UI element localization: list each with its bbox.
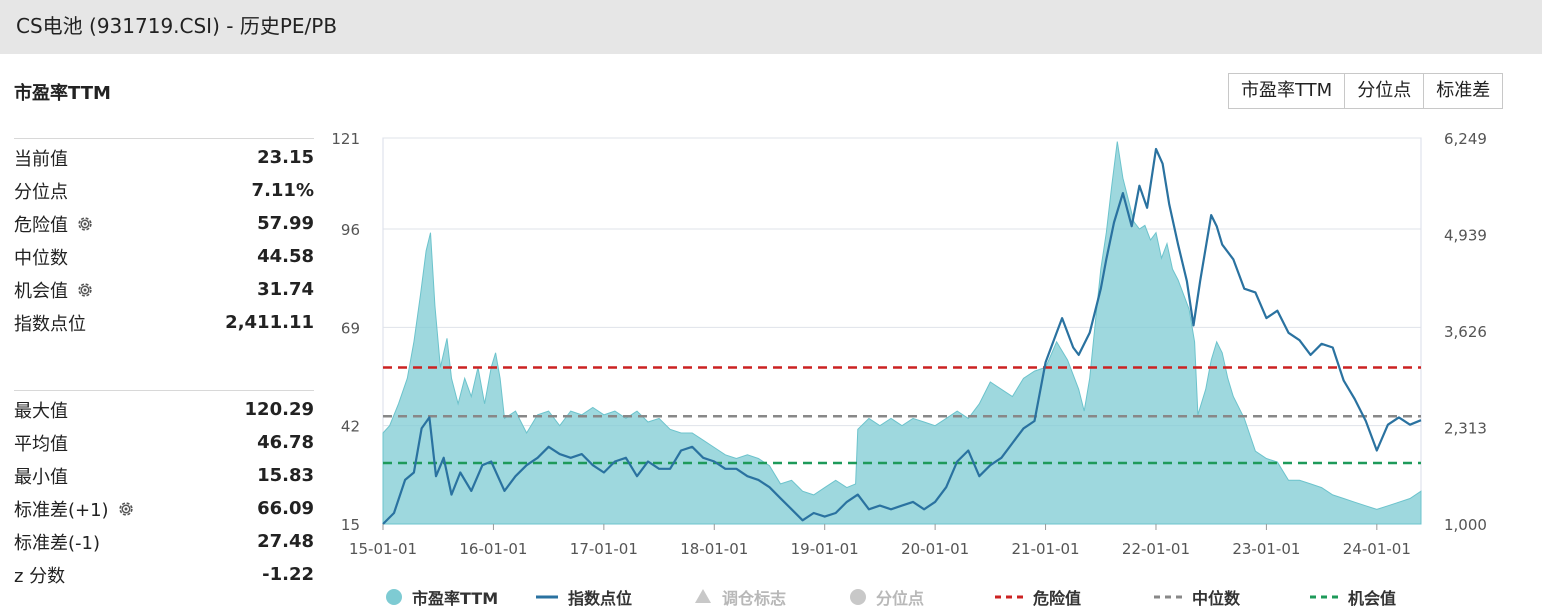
y-left-tick-label: 15 [341,516,360,534]
legend-label: 指数点位 [568,589,633,608]
x-tick-label: 16-01-01 [459,540,527,558]
pe-area [382,141,1422,525]
legend-label: 机会值 [1348,589,1397,608]
legend-item[interactable]: 指数点位 [536,585,632,609]
dashed-line-marker-icon [1154,587,1186,607]
y-left-tick-label: 42 [341,418,360,436]
legend-item[interactable]: 危险值 [995,585,1081,609]
legend-item[interactable]: 市盈率TTM [384,585,498,609]
y-right-tick-label: 1,000 [1444,516,1487,534]
legend-item[interactable]: 调仓标志 [694,585,786,609]
legend-label: 分位点 [876,589,925,608]
x-tick-label: 24-01-01 [1343,540,1411,558]
y-left-tick-label: 69 [341,319,360,337]
legend-label: 调仓标志 [722,589,787,608]
legend-item[interactable]: 机会值 [1310,585,1396,609]
circle-marker-icon [384,587,406,607]
x-tick-label: 21-01-01 [1012,540,1080,558]
legend-item[interactable]: 分位点 [848,585,924,609]
triangle-marker-icon [694,587,716,607]
x-tick-label: 22-01-01 [1122,540,1190,558]
y-left-tick-label: 121 [331,130,360,148]
circle-marker-icon [848,587,870,607]
x-tick-label: 18-01-01 [680,540,748,558]
line-marker-icon [536,587,562,607]
legend-item[interactable]: 中位数 [1154,585,1240,609]
y-right-tick-label: 3,626 [1444,323,1487,341]
legend-label: 市盈率TTM [412,589,499,608]
x-tick-label: 15-01-01 [349,540,417,558]
legend-label: 危险值 [1033,589,1082,608]
legend-label: 中位数 [1192,589,1241,608]
x-tick-label: 17-01-01 [570,540,638,558]
pe-area-series [382,141,1422,525]
y-right-tick-label: 4,939 [1444,226,1487,244]
y-left-tick-label: 96 [341,221,360,239]
y-right-tick-label: 6,249 [1444,130,1487,148]
dashed-line-marker-icon [1310,587,1342,607]
x-tick-label: 20-01-01 [901,540,969,558]
x-tick-label: 23-01-01 [1232,540,1300,558]
y-right-tick-label: 2,313 [1444,419,1487,437]
x-tick-label: 19-01-01 [791,540,859,558]
pe-chart: 121 96 69 42 15 6,249 4,939 3,626 2,313 1,000 15-0… [331,130,1487,558]
dashed-line-marker-icon [995,587,1027,607]
